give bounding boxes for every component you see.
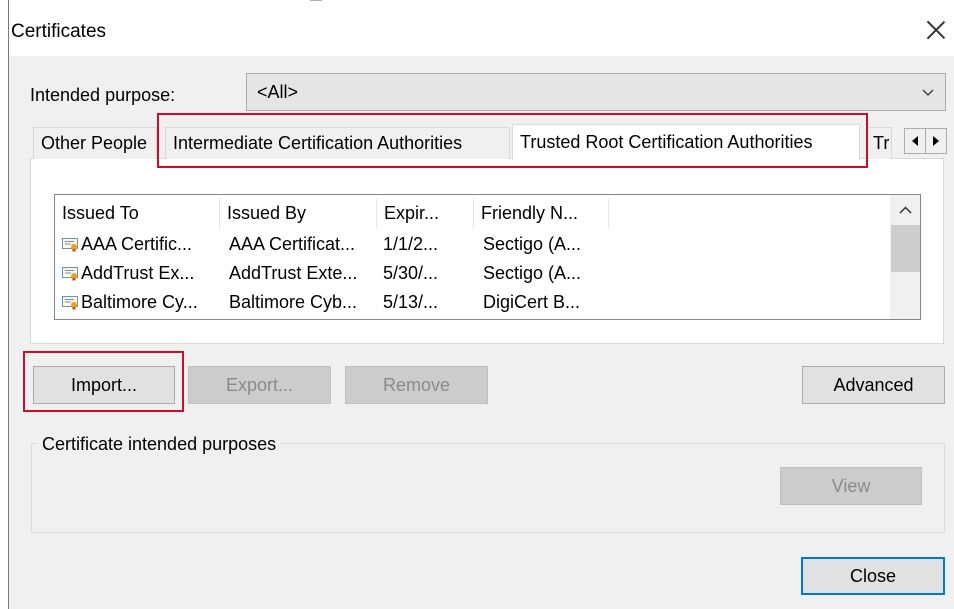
chevron-up-icon: [899, 206, 912, 214]
tab-other-people[interactable]: Other People: [33, 127, 157, 159]
arrow-right-icon: [933, 136, 939, 146]
chevron-down-icon: [922, 89, 934, 96]
advanced-button[interactable]: Advanced: [802, 366, 945, 404]
certificate-list[interactable]: Issued To Issued By Expir... Friendly N.…: [54, 194, 921, 320]
column-header-issued-by[interactable]: Issued By: [220, 198, 377, 228]
cell-issued-to: AAA Certific...: [81, 234, 193, 254]
cell-expiration: 5/30/...: [383, 263, 439, 283]
intended-purpose-label: Intended purpose:: [30, 85, 176, 105]
certificate-icon: [62, 296, 78, 310]
table-row[interactable]: AddTrust Ex... AddTrust Exte... 5/30/...…: [55, 259, 891, 288]
cell-expiration: 1/1/2...: [383, 234, 439, 254]
group-legend: Certificate intended purposes: [38, 433, 281, 455]
cell-friendly-name: DigiCert B...: [483, 292, 581, 312]
column-header-expiration[interactable]: Expir...: [377, 198, 474, 228]
column-header-issued-to[interactable]: Issued To: [55, 198, 220, 228]
table-row[interactable]: Baltimore Cy... Baltimore Cyb... 5/13/..…: [55, 288, 891, 317]
cell-issued-to: AddTrust Ex...: [81, 263, 195, 283]
tab-intermediate-certification-authorities[interactable]: Intermediate Certification Authorities: [165, 127, 510, 159]
cell-issued-by: Baltimore Cyb...: [229, 292, 358, 312]
close-icon[interactable]: [922, 16, 950, 44]
certificate-icon: [62, 238, 78, 252]
cell-expiration: 5/13/...: [383, 292, 439, 312]
cell-issued-to: Baltimore Cy...: [81, 292, 198, 312]
export-button[interactable]: Export...: [188, 366, 331, 404]
tab-scroll-left-button[interactable]: [904, 128, 926, 154]
titlebar-edge: [310, 0, 322, 1]
remove-button[interactable]: Remove: [345, 366, 488, 404]
close-button[interactable]: Close: [801, 557, 945, 595]
intended-purpose-select[interactable]: <All>: [246, 73, 946, 111]
vertical-scrollbar[interactable]: [890, 195, 920, 319]
scroll-thumb[interactable]: [891, 225, 920, 272]
column-header-friendly-name[interactable]: Friendly N...: [474, 198, 609, 228]
certificate-icon: [62, 267, 78, 281]
tab-scroll-right-button[interactable]: [925, 128, 947, 154]
intended-purpose-value: <All>: [257, 82, 299, 102]
cell-friendly-name: Sectigo (A...: [483, 234, 582, 254]
cell-issued-by: AddTrust Exte...: [229, 263, 358, 283]
view-button[interactable]: View: [780, 467, 922, 505]
window-title: Certificates: [11, 21, 107, 42]
tab-trusted-root-certification-authorities[interactable]: Trusted Root Certification Authorities: [512, 124, 860, 160]
import-button[interactable]: Import...: [33, 366, 175, 404]
table-row[interactable]: AAA Certific... AAA Certificat... 1/1/2.…: [55, 230, 891, 259]
arrow-left-icon: [912, 136, 918, 146]
cell-issued-by: AAA Certificat...: [229, 234, 356, 254]
tab-trusted-publishers[interactable]: Tr: [867, 127, 892, 159]
scroll-up-button[interactable]: [890, 195, 920, 225]
cell-friendly-name: Sectigo (A...: [483, 263, 582, 283]
